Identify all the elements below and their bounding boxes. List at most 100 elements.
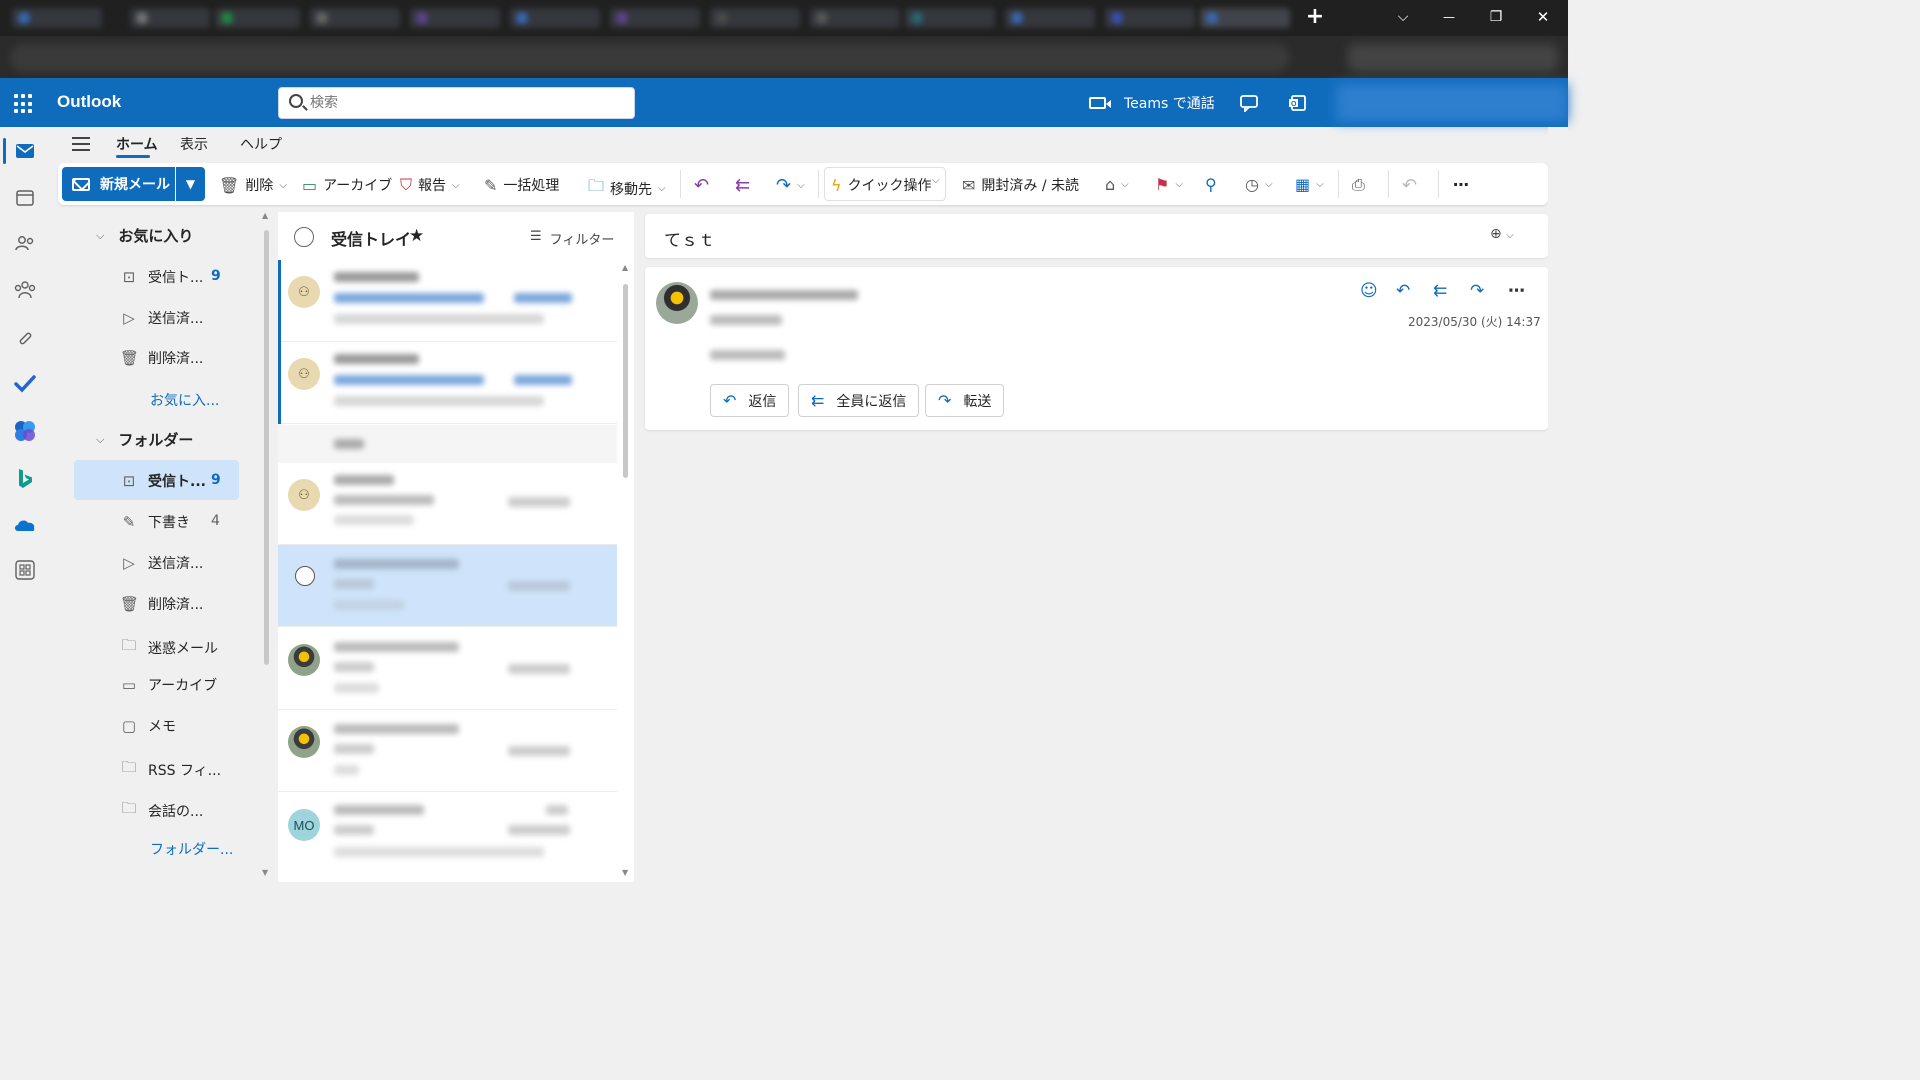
- hamburger-icon[interactable]: [72, 137, 90, 151]
- browser-extensions[interactable]: [1348, 44, 1558, 72]
- quick-steps-button[interactable]: ϟ クイック操作: [831, 175, 932, 195]
- print-button[interactable]: ⎙: [1352, 175, 1365, 195]
- rules-button[interactable]: ▦ ⌵: [1295, 175, 1324, 194]
- message-select-checkbox[interactable]: [295, 566, 315, 586]
- forward-icon[interactable]: ↷: [1470, 281, 1484, 301]
- browser-tab[interactable]: [1005, 8, 1095, 28]
- calendar-icon[interactable]: [16, 189, 34, 206]
- forward-button[interactable]: ↷ 転送: [925, 384, 1005, 417]
- folder-rss[interactable]: 🗀 RSS フィ...: [120, 757, 221, 782]
- favorites-header[interactable]: ⌵ お気に入り: [96, 225, 193, 246]
- quick-steps-dropdown[interactable]: ⌵: [932, 175, 940, 186]
- todo-icon[interactable]: [14, 375, 36, 393]
- favorite-deleted[interactable]: 🗑 削除済...: [120, 348, 203, 368]
- new-mail-button[interactable]: 新規メール: [62, 167, 175, 201]
- favorite-inbox[interactable]: ⊡ 受信ト...: [120, 267, 204, 287]
- message-row[interactable]: MO: [278, 793, 617, 875]
- folder-drafts[interactable]: ✎ 下書き: [120, 512, 190, 532]
- message-row[interactable]: ⚇: [278, 463, 617, 545]
- reply-button[interactable]: ↶ 返信: [710, 384, 790, 417]
- select-all-checkbox[interactable]: [294, 227, 314, 247]
- zoom-button[interactable]: ⊕ ⌵: [1490, 226, 1514, 242]
- app-launcher-icon[interactable]: [14, 94, 34, 114]
- favorite-sent[interactable]: ▷ 送信済...: [120, 308, 203, 328]
- header-user-area[interactable]: [1336, 84, 1568, 122]
- chat-icon[interactable]: [1239, 94, 1259, 112]
- onedrive-icon[interactable]: [14, 518, 36, 532]
- report-button[interactable]: ⛉ 報告 ⌵: [400, 175, 460, 195]
- attachment-icon[interactable]: [17, 328, 33, 348]
- groups-icon[interactable]: [14, 280, 36, 300]
- scroll-down-arrow[interactable]: ▼: [262, 868, 268, 877]
- new-mail-dropdown[interactable]: ▼: [176, 167, 205, 201]
- browser-tab[interactable]: [215, 8, 300, 28]
- folder-pane-scrollbar[interactable]: [264, 230, 269, 665]
- emoji-icon[interactable]: ☺: [1360, 281, 1378, 301]
- folders-more-link[interactable]: フォルダー...: [150, 839, 233, 859]
- restore-button[interactable]: ❐: [1473, 0, 1519, 34]
- browser-tab[interactable]: [610, 8, 700, 28]
- folder-notes[interactable]: ▢ メモ: [120, 716, 176, 736]
- browser-tab[interactable]: [810, 8, 900, 28]
- scroll-up-arrow[interactable]: ▲: [262, 211, 268, 220]
- browser-tab[interactable]: [310, 8, 400, 28]
- browser-tab[interactable]: [12, 8, 102, 28]
- app-title[interactable]: Outlook: [57, 92, 121, 112]
- folder-inbox[interactable]: ⊡ 受信ト...: [120, 471, 206, 491]
- archive-button[interactable]: ▭ アーカイブ: [302, 175, 392, 195]
- more-apps-icon[interactable]: [15, 560, 35, 580]
- folder-conversation-history[interactable]: 🗀 会話の...: [120, 798, 203, 823]
- read-unread-button[interactable]: ✉ 開封済み / 未読: [962, 175, 1079, 195]
- folder-sent[interactable]: ▷ 送信済...: [120, 553, 203, 573]
- minimize-button[interactable]: —: [1426, 0, 1472, 34]
- reply-icon[interactable]: ↶: [694, 175, 709, 196]
- tab-help[interactable]: ヘルプ: [240, 134, 282, 154]
- reply-all-icon[interactable]: ⇇: [735, 175, 750, 196]
- reply-all-button[interactable]: ⇇ 全員に返信: [798, 384, 920, 417]
- address-field[interactable]: [10, 44, 1290, 72]
- sender-name[interactable]: [710, 290, 858, 300]
- browser-tab[interactable]: [410, 8, 500, 28]
- teams-call-button[interactable]: Teams で通話: [1089, 93, 1215, 113]
- message-list-scrollbar[interactable]: [623, 284, 628, 478]
- folder-junk[interactable]: 🗀 迷惑メール: [120, 635, 218, 660]
- reply-all-icon[interactable]: ⇇: [1433, 281, 1447, 301]
- categorize-button[interactable]: ⌂ ⌵: [1105, 175, 1129, 194]
- browser-tab[interactable]: [510, 8, 600, 28]
- folders-header[interactable]: ⌵ フォルダー: [96, 429, 193, 450]
- scroll-up-arrow[interactable]: ▲: [622, 263, 628, 272]
- folder-archive[interactable]: ▭ アーカイブ: [120, 675, 217, 695]
- office-apps-icon[interactable]: [14, 420, 36, 442]
- tab-view[interactable]: 表示: [180, 134, 208, 154]
- message-row[interactable]: [278, 628, 617, 710]
- reply-icon[interactable]: ↶: [1396, 281, 1410, 301]
- move-to-button[interactable]: 🗀 移動先 ⌵: [588, 175, 666, 202]
- browser-tab[interactable]: [710, 8, 800, 28]
- close-window-button[interactable]: ✕: [1520, 0, 1566, 34]
- message-row[interactable]: [278, 710, 617, 792]
- tab-home[interactable]: ホーム: [116, 134, 158, 154]
- pin-button[interactable]: ⚲: [1205, 175, 1217, 194]
- browser-tab[interactable]: [1105, 8, 1195, 28]
- sweep-button[interactable]: ✎ 一括処理: [484, 175, 559, 195]
- message-row[interactable]: ⚇: [278, 342, 617, 424]
- flag-button[interactable]: ⚑ ⌵: [1155, 175, 1183, 194]
- snooze-button[interactable]: ◷ ⌵: [1245, 175, 1273, 194]
- office-icon[interactable]: O: [1288, 94, 1308, 112]
- bing-icon[interactable]: [16, 468, 34, 490]
- message-row-selected[interactable]: [278, 545, 617, 627]
- browser-tab[interactable]: [130, 8, 210, 28]
- scroll-down-arrow[interactable]: ▼: [622, 868, 628, 877]
- search-box[interactable]: [278, 87, 635, 119]
- mail-icon[interactable]: [15, 143, 35, 159]
- more-actions-icon[interactable]: ⋯: [1508, 281, 1525, 301]
- search-input[interactable]: [310, 93, 610, 113]
- new-tab-button[interactable]: +: [1292, 0, 1338, 34]
- undo-icon[interactable]: ↶: [1402, 175, 1417, 196]
- favorites-more-link[interactable]: お気に入...: [150, 390, 219, 410]
- delete-button[interactable]: 🗑 削除 ⌵: [219, 175, 287, 195]
- more-options-icon[interactable]: ⋯: [1453, 175, 1469, 194]
- tab-list-button[interactable]: ⌵: [1380, 0, 1426, 34]
- browser-tab[interactable]: [905, 8, 995, 28]
- people-icon[interactable]: [15, 235, 35, 251]
